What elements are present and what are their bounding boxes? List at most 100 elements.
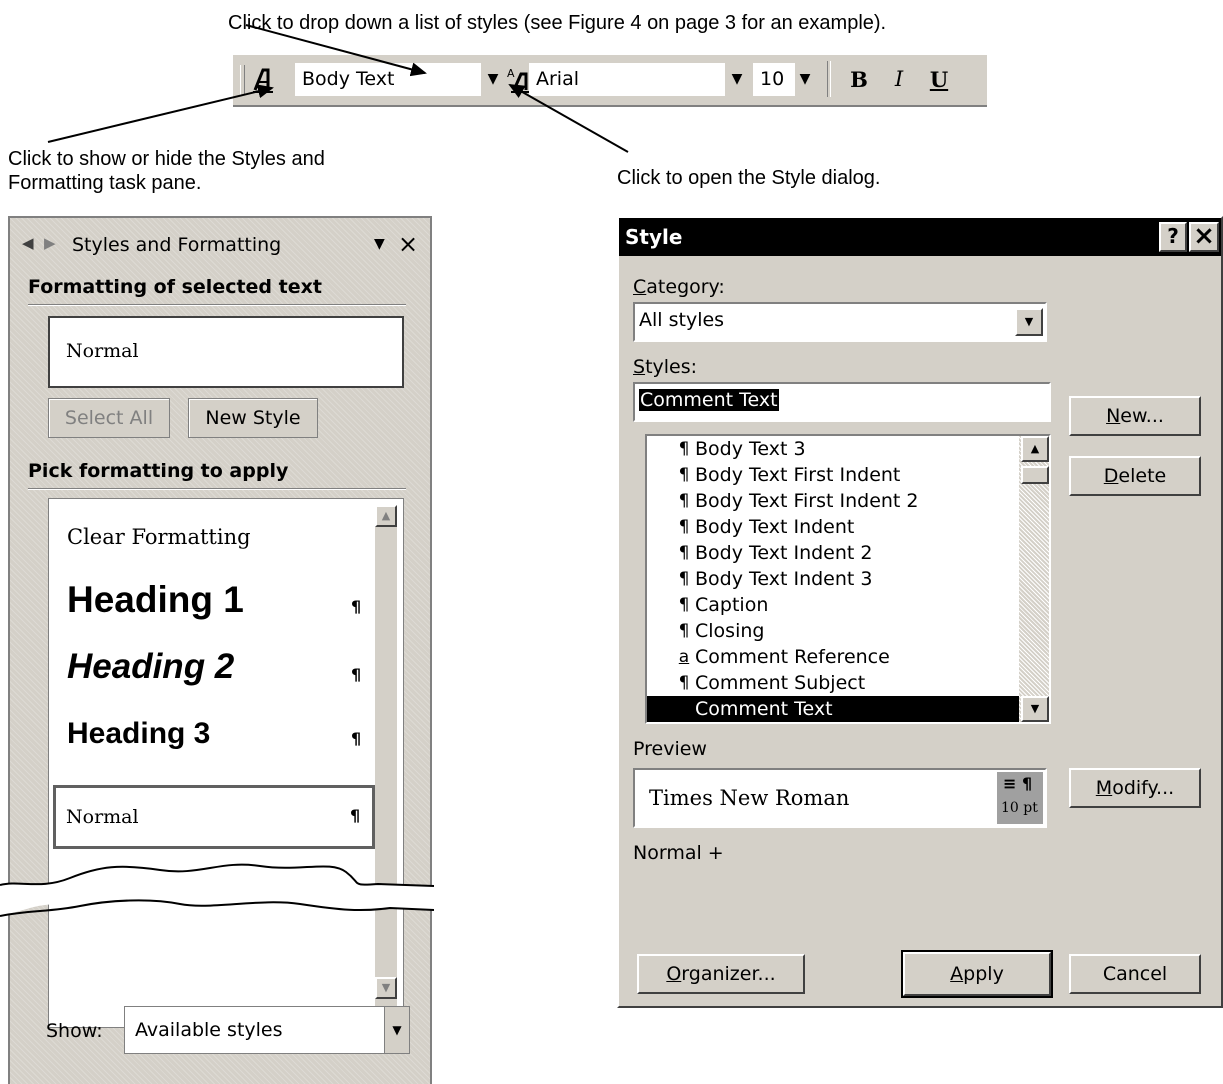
paragraph-mark-icon: ¶ xyxy=(350,806,361,825)
category-dropdown-value: All styles xyxy=(639,309,725,331)
list-item[interactable]: ¶ Closing xyxy=(647,618,1049,644)
italic-button[interactable]: I xyxy=(885,63,913,96)
show-label: Show: xyxy=(46,1020,103,1042)
style-item-heading-1[interactable]: Heading 1 xyxy=(67,579,244,621)
list-item[interactable]: ¶ Body Text 3 xyxy=(647,436,1049,462)
style-item-clear-formatting[interactable]: Clear Formatting xyxy=(67,525,251,549)
styles-list-scroll-thumb[interactable] xyxy=(1021,466,1049,484)
annotation-styles-dropdown: Click to drop down a list of styles (see… xyxy=(228,12,887,34)
cancel-button[interactable]: Cancel xyxy=(1069,954,1201,994)
styles-formatting-task-pane: ◀ ▶ Styles and Formatting ▼ × Formatting… xyxy=(8,216,432,1084)
torn-edge-illustration xyxy=(0,863,434,917)
styles-list: ¶ Body Text 3 ¶ Body Text First Indent ¶ Bo… xyxy=(645,434,1051,724)
annotation-task-pane-line1: Click to show or hide the Styles and xyxy=(8,148,325,170)
category-dropdown-arrow-icon[interactable]: ▼ xyxy=(1015,308,1043,336)
style-combo[interactable]: Body Text xyxy=(295,63,481,96)
style-item-heading-3[interactable]: Heading 3 xyxy=(67,717,210,751)
task-pane-menu-arrow-icon[interactable]: ▼ xyxy=(374,236,385,252)
close-icon[interactable]: × xyxy=(1189,222,1219,252)
styles-list-scroll-down-button[interactable]: ▼ xyxy=(1021,696,1049,722)
style-dialog-titlebar: Style ? × xyxy=(619,218,1221,256)
preview-label: Preview xyxy=(633,738,707,760)
preview-font-name: Times New Roman xyxy=(649,786,850,810)
section-divider xyxy=(28,488,406,490)
styles-label-text: tyles: xyxy=(645,356,698,378)
styles-formatting-icon xyxy=(253,68,273,93)
preview-size: 10 pt xyxy=(1001,800,1038,816)
new-style-button[interactable]: New Style xyxy=(188,398,318,438)
pick-formatting-heading: Pick formatting to apply xyxy=(28,460,289,482)
pick-formatting-list: Clear Formatting Heading 1 ¶ Heading 2 ¶… xyxy=(48,498,404,1028)
list-item[interactable]: ¶ Body Text Indent 3 xyxy=(647,566,1049,592)
styles-pane-button[interactable] xyxy=(249,63,277,96)
show-dropdown-arrow-icon[interactable]: ▼ xyxy=(384,1007,409,1053)
category-label-accel: C xyxy=(633,276,647,298)
category-label: Category: xyxy=(633,276,725,298)
category-dropdown[interactable]: All styles ▼ xyxy=(633,302,1047,342)
bold-button[interactable]: B xyxy=(845,63,873,96)
font-size-dropdown-arrow[interactable]: ▼ xyxy=(795,63,815,96)
font-size-value: 10 xyxy=(760,68,785,90)
list-item[interactable]: ¶ Body Text First Indent xyxy=(647,462,1049,488)
style-item-normal-label: Normal xyxy=(66,806,139,828)
list-item-selected[interactable]: Comment Text xyxy=(647,696,1019,722)
list-item[interactable]: a Comment Reference xyxy=(647,644,1049,670)
help-button[interactable]: ? xyxy=(1159,222,1187,252)
section-divider xyxy=(28,304,406,306)
list-item[interactable]: ¶ Body Text First Indent 2 xyxy=(647,488,1049,514)
task-pane-close-icon[interactable]: × xyxy=(398,230,418,258)
style-combo-value: Body Text xyxy=(302,68,395,90)
annotation-task-pane-line2: Formatting task pane. xyxy=(8,172,202,194)
show-dropdown[interactable]: Available styles ▼ xyxy=(124,1006,410,1054)
preview-box: Times New Roman ≡ ¶ 10 pt xyxy=(633,768,1047,828)
toolbar-separator xyxy=(827,61,831,97)
style-item-heading-2[interactable]: Heading 2 xyxy=(67,647,234,687)
selected-format-value: Normal xyxy=(66,340,139,362)
annotation-style-dialog: Click to open the Style dialog. xyxy=(617,167,881,189)
underline-button[interactable]: U xyxy=(925,63,953,96)
font-combo-value: Arial xyxy=(536,68,580,90)
modify-button[interactable]: Modify... xyxy=(1069,768,1201,808)
apply-button-default-frame: Apply xyxy=(901,950,1053,998)
list-scroll-down-button[interactable]: ▼ xyxy=(375,977,397,999)
list-item[interactable]: ¶ Body Text Indent 2 xyxy=(647,540,1049,566)
paragraph-mark-icon: ¶ xyxy=(351,597,362,616)
styles-input-value: Comment Text xyxy=(639,389,779,411)
font-combo[interactable]: Arial xyxy=(529,63,725,96)
style-description: Normal + xyxy=(633,842,724,864)
list-item[interactable]: ¶ Caption xyxy=(647,592,1049,618)
paragraph-mark-icon: ¶ xyxy=(351,665,362,684)
delete-button[interactable]: Delete xyxy=(1069,456,1201,496)
align-paragraph-icon: ≡ ¶ xyxy=(1003,774,1033,793)
list-scrollbar-track[interactable] xyxy=(375,527,397,1027)
font-dropdown-arrow[interactable]: ▼ xyxy=(727,63,747,96)
paragraph-mark-icon: ¶ xyxy=(351,729,362,748)
select-all-button[interactable]: Select All xyxy=(48,398,170,438)
back-arrow-icon[interactable]: ◀ xyxy=(22,234,36,256)
font-size-combo[interactable]: 10 xyxy=(753,63,795,96)
style-dialog-title: Style xyxy=(625,225,683,249)
category-label-text: ategory: xyxy=(646,276,725,298)
new-button[interactable]: New... xyxy=(1069,396,1201,436)
toolbar-grip[interactable] xyxy=(240,65,245,95)
list-item[interactable]: ¶ Comment Subject xyxy=(647,670,1049,696)
formatting-toolbar: Body Text ▼ A Arial ▼ 10 ▼ B I U xyxy=(233,55,987,107)
selected-format-box[interactable]: Normal xyxy=(48,316,404,388)
apply-button[interactable]: Apply xyxy=(903,952,1051,996)
task-pane-title: Styles and Formatting xyxy=(72,234,282,256)
list-item[interactable]: ¶ Body Text Indent xyxy=(647,514,1049,540)
forward-arrow-icon[interactable]: ▶ xyxy=(44,234,58,256)
organizer-button[interactable]: Organizer... xyxy=(637,954,805,994)
preview-indicator: ≡ ¶ 10 pt xyxy=(997,772,1043,824)
style-dropdown-arrow[interactable]: ▼ xyxy=(483,63,503,96)
list-scroll-up-button[interactable]: ▲ xyxy=(375,505,397,527)
style-dialog: Style ? × Category: All styles ▼ Styles:… xyxy=(617,216,1223,1008)
styles-label-accel: S xyxy=(633,356,646,378)
styles-input[interactable]: Comment Text xyxy=(633,382,1051,422)
svg-text:A: A xyxy=(507,67,515,80)
formatting-selected-heading: Formatting of selected text xyxy=(28,276,322,298)
show-dropdown-value: Available styles xyxy=(135,1019,283,1041)
style-item-normal[interactable]: Normal ¶ xyxy=(53,785,375,849)
styles-list-scroll-up-button[interactable]: ▲ xyxy=(1021,436,1049,462)
styles-label: Styles: xyxy=(633,356,697,378)
